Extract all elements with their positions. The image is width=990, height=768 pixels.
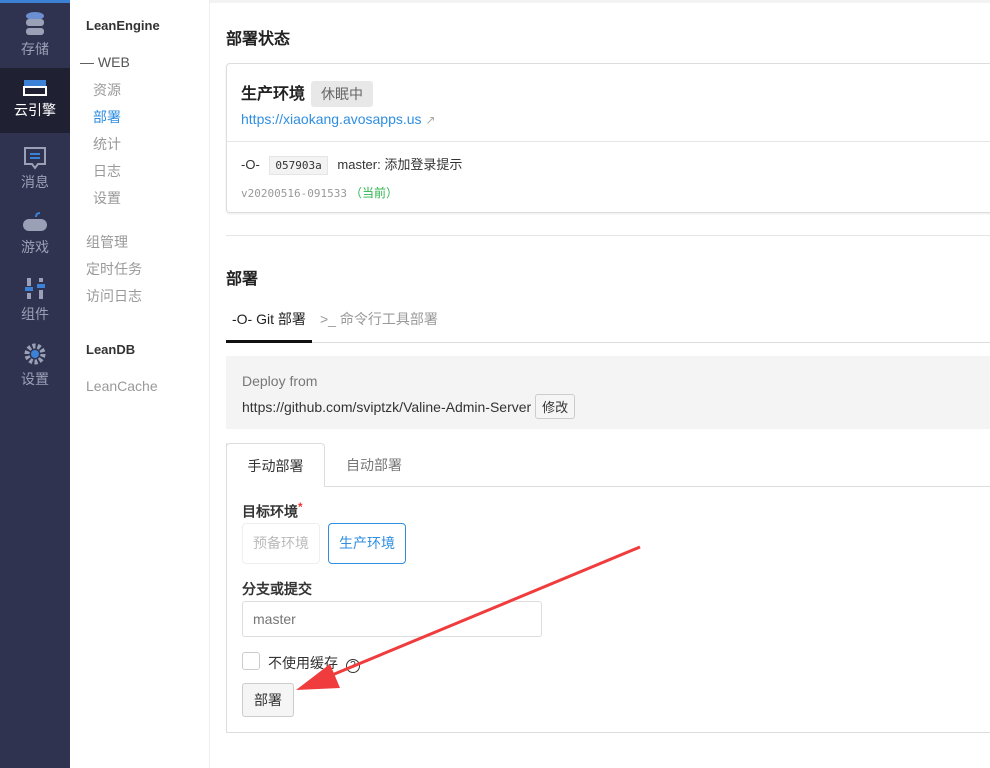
subtab-manual[interactable]: 手动部署 — [226, 443, 325, 487]
annotation-arrow — [296, 545, 641, 690]
